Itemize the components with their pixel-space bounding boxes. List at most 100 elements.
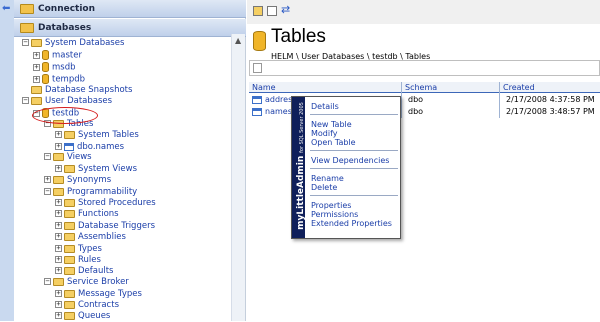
tree-item[interactable]: Database Snapshots xyxy=(22,85,132,96)
expand-icon[interactable]: + xyxy=(44,176,51,183)
menu-item-extended-properties[interactable]: Extended Properties xyxy=(311,219,392,228)
tree-item-label: msdb xyxy=(52,62,76,73)
expand-icon[interactable]: + xyxy=(55,256,62,263)
databases-label: Databases xyxy=(38,23,92,33)
expand-icon[interactable]: + xyxy=(55,245,62,252)
expand-icon[interactable]: + xyxy=(33,51,40,59)
folder-icon xyxy=(20,23,34,33)
tree-item[interactable]: + Stored Procedures xyxy=(55,198,156,209)
tree-item-label: Service Broker xyxy=(67,277,129,287)
tree-item[interactable]: + Message Types xyxy=(55,289,142,300)
expand-icon[interactable]: + xyxy=(55,222,62,229)
tree-item[interactable]: + Assemblies xyxy=(55,232,126,243)
folder-icon xyxy=(64,221,75,230)
folder-icon xyxy=(64,209,75,218)
menu-item-delete[interactable]: Delete xyxy=(311,183,337,192)
tree-item[interactable]: + Types xyxy=(55,244,102,255)
menu-item-rename[interactable]: Rename xyxy=(311,174,344,183)
folder-up-icon[interactable] xyxy=(253,6,263,16)
back-arrow-icon[interactable]: ⬅ xyxy=(2,3,10,14)
tree-item-label: Queues xyxy=(78,311,111,321)
tree-item-label: Views xyxy=(67,152,92,162)
database-icon xyxy=(42,74,49,84)
refresh-icon[interactable]: ⇄ xyxy=(281,3,291,16)
tree-item-label: Assemblies xyxy=(78,232,126,242)
folder-icon xyxy=(64,266,75,275)
folder-icon xyxy=(64,232,75,241)
folder-icon xyxy=(64,300,75,309)
menu-item-new-table[interactable]: New Table xyxy=(311,120,352,129)
toolbar: ⇄ xyxy=(247,0,600,24)
menu-item-properties[interactable]: Properties xyxy=(311,201,351,210)
tree-item[interactable]: − System Databases xyxy=(22,38,124,49)
tree-item[interactable]: + Database Triggers xyxy=(55,221,155,232)
column-header-schema[interactable]: Schema xyxy=(402,82,499,93)
tree-item[interactable]: − Service Broker xyxy=(44,277,129,288)
column-header-created[interactable]: Created xyxy=(500,82,600,93)
tree-item-label: Message Types xyxy=(78,289,142,299)
expand-icon[interactable]: + xyxy=(55,165,62,172)
tree-item[interactable]: + Rules xyxy=(55,255,101,266)
expand-icon[interactable]: + xyxy=(55,290,62,297)
connection-header[interactable]: Connection xyxy=(14,0,246,18)
connection-label: Connection xyxy=(38,4,96,14)
table-icon xyxy=(64,142,74,151)
expand-icon[interactable]: + xyxy=(55,267,62,274)
expand-icon[interactable]: + xyxy=(33,75,40,83)
menu-item-modify[interactable]: Modify xyxy=(311,129,338,138)
database-icon xyxy=(42,62,49,72)
folder-icon xyxy=(53,175,64,184)
column-header-name[interactable]: Name xyxy=(249,82,401,93)
tree-item-label: Database Triggers xyxy=(78,221,156,231)
menu-item-permissions[interactable]: Permissions xyxy=(311,210,358,219)
tree-item[interactable]: + master xyxy=(33,50,82,61)
expand-icon[interactable]: + xyxy=(55,199,62,206)
tree-item[interactable]: + System Views xyxy=(55,164,137,175)
tree-item[interactable]: + Contracts xyxy=(55,300,119,311)
tree-item[interactable]: + Queues xyxy=(55,311,110,322)
row-created-cell: 2/17/2008 3:48:57 PM xyxy=(506,107,595,116)
table-icon xyxy=(252,107,262,116)
folder-icon xyxy=(53,152,64,161)
scroll-up-icon[interactable]: ▲ xyxy=(235,36,241,45)
expand-icon[interactable]: + xyxy=(55,143,62,150)
tree-item[interactable]: + tempdb xyxy=(33,74,85,85)
database-icon xyxy=(253,31,266,51)
tree-item-label: System Views xyxy=(78,164,137,174)
tree-item[interactable]: + msdb xyxy=(33,62,76,73)
tree-scrollbar[interactable]: ▲ xyxy=(231,34,245,321)
folder-icon xyxy=(64,164,75,173)
folder-icon xyxy=(64,255,75,264)
tree-item[interactable]: − User Databases xyxy=(22,96,112,107)
databases-header[interactable]: Databases xyxy=(14,19,246,37)
collapse-icon[interactable]: − xyxy=(44,188,51,195)
collapse-icon[interactable]: − xyxy=(22,97,29,104)
menu-item-view-dependencies[interactable]: View Dependencies xyxy=(311,156,389,165)
tree-item[interactable]: + Defaults xyxy=(55,266,114,277)
expand-icon[interactable]: + xyxy=(55,312,62,319)
expand-icon[interactable]: + xyxy=(55,301,62,308)
tree-item[interactable]: + Synonyms xyxy=(44,175,111,186)
expand-icon[interactable]: + xyxy=(33,63,40,71)
database-icon xyxy=(42,50,49,60)
collapse-icon[interactable]: − xyxy=(44,278,51,285)
expand-icon[interactable]: + xyxy=(55,210,62,217)
menu-separator xyxy=(310,168,398,169)
menu-item-details[interactable]: Details xyxy=(311,102,339,111)
tree-item[interactable]: + Functions xyxy=(55,209,119,220)
context-menu: myLittleAdmin for SQL Server 2005 Detail… xyxy=(291,96,401,239)
tree-item[interactable]: − Programmability xyxy=(44,187,137,198)
expand-icon[interactable]: + xyxy=(55,233,62,240)
tree-item[interactable]: + System Tables xyxy=(55,130,139,141)
collapse-icon[interactable]: − xyxy=(22,39,29,46)
tree-item-label: User Databases xyxy=(45,96,113,106)
tree-item[interactable]: − Views xyxy=(44,152,92,163)
left-nav-strip: ⬅ xyxy=(0,0,14,321)
expand-icon[interactable]: + xyxy=(55,131,62,138)
menu-item-open-table[interactable]: Open Table xyxy=(311,138,356,147)
folder-icon xyxy=(31,96,42,105)
properties-icon[interactable] xyxy=(267,6,277,16)
collapse-icon[interactable]: − xyxy=(44,153,51,160)
new-table-icon[interactable] xyxy=(253,63,262,73)
tree-panel: Connection Databases ▲ − System Databases… xyxy=(14,0,246,321)
